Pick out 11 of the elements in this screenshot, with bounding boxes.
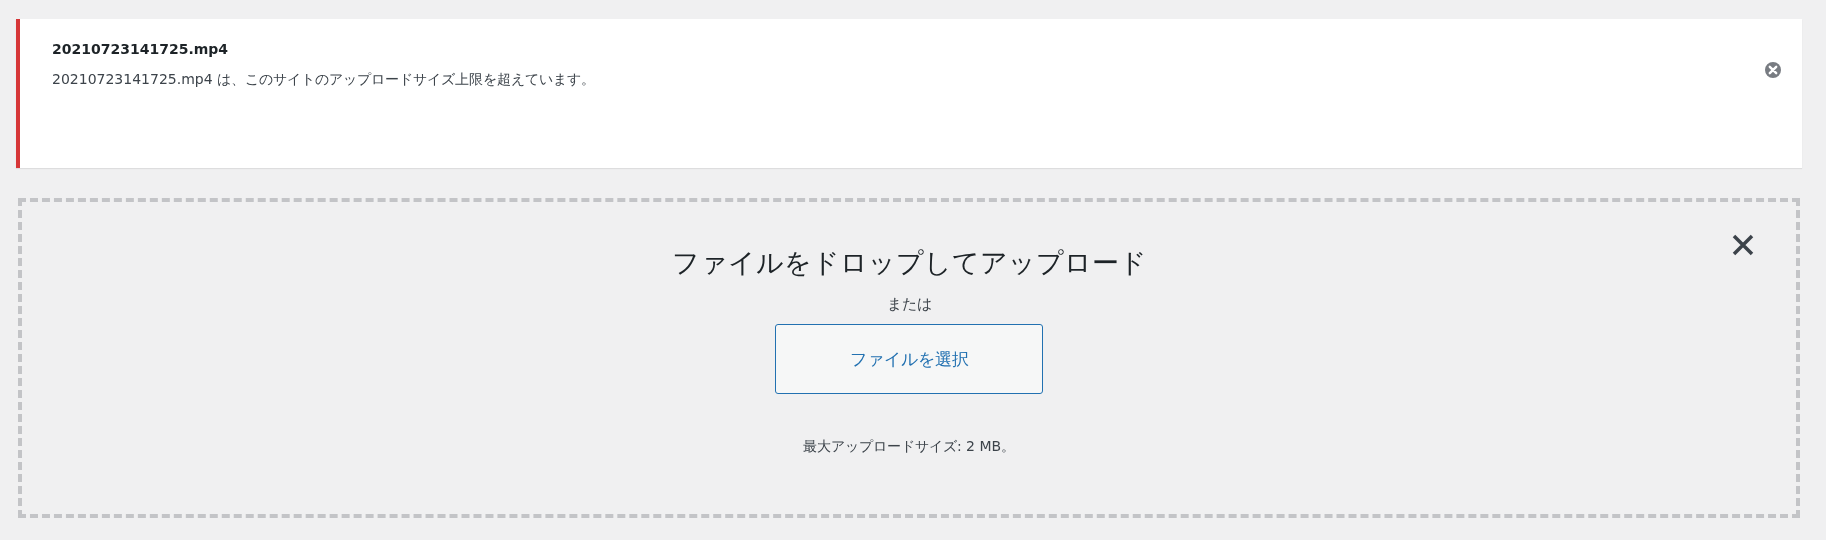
max-upload-size: 最大アップロードサイズ: 2 MB。: [802, 438, 1016, 456]
select-file-button[interactable]: ファイルを選択: [775, 324, 1043, 394]
or-label: または: [886, 295, 932, 314]
drop-zone[interactable]: ファイルをドロップしてアップロード または ファイルを選択 最大アップロードサイズ: 2 MB。: [18, 198, 1800, 518]
dismiss-button[interactable]: [1764, 61, 1782, 79]
notice-message: 20210723141725.mp4 は、このサイトのアップロードサイズ上限を超えています。: [52, 71, 597, 89]
notice-title: 20210723141725.mp4: [52, 41, 230, 57]
close-button[interactable]: [1730, 232, 1756, 258]
close-icon: [1764, 61, 1782, 79]
close-icon: [1730, 232, 1756, 258]
drop-heading: ファイルをドロップしてアップロード: [671, 246, 1147, 280]
